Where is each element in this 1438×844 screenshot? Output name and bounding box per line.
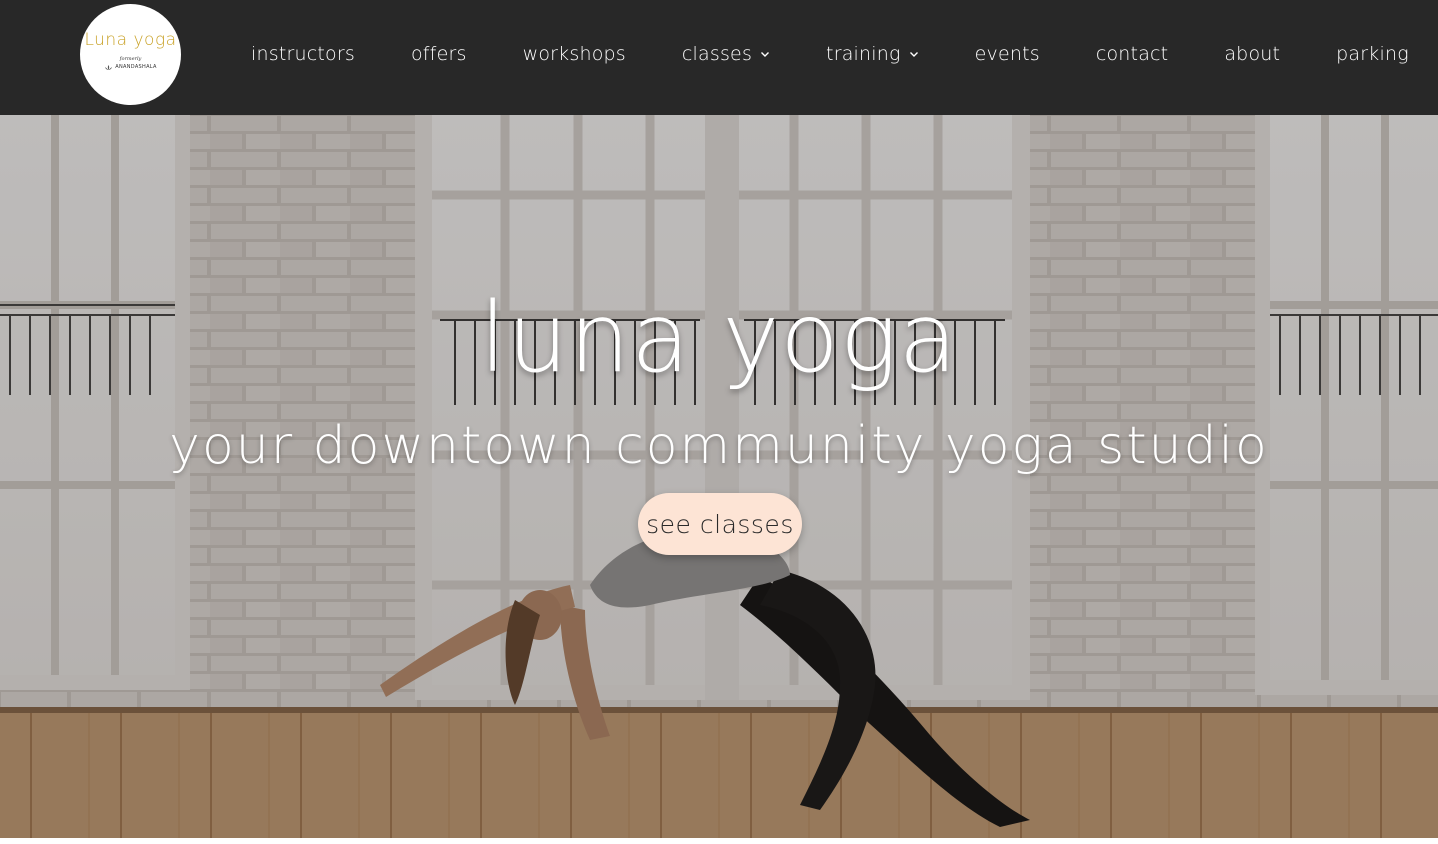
- logo[interactable]: Luna yoga formerly ANANDASHALA: [80, 4, 181, 105]
- nav-item-label: workshops: [522, 43, 626, 65]
- logo-subtext: formerly: [119, 56, 142, 62]
- nav-item-label: training: [826, 43, 901, 65]
- nav-item-label: classes: [681, 43, 753, 65]
- hero-section: luna yoga your downtown community yoga s…: [0, 115, 1438, 838]
- logo-org-label: ANANDASHALA: [115, 64, 157, 70]
- nav-item-label: instructors: [251, 43, 355, 65]
- nav-item-events[interactable]: events: [947, 39, 1068, 69]
- chevron-down-icon: [761, 51, 770, 57]
- nav-item-parking[interactable]: parking: [1308, 39, 1437, 69]
- nav-item-label: offers: [410, 43, 467, 65]
- nav-item-label: parking: [1336, 43, 1409, 65]
- hero-title: luna yoga: [479, 282, 959, 394]
- page-content-edge: [0, 838, 1438, 844]
- nav-item-classes[interactable]: classes: [654, 39, 798, 69]
- chevron-down-icon: [909, 51, 918, 57]
- see-classes-button[interactable]: see classes: [638, 493, 802, 555]
- nav-item-workshops[interactable]: workshops: [495, 39, 654, 69]
- logo-org: ANANDASHALA: [104, 64, 156, 71]
- nav-item-label: about: [1224, 43, 1281, 65]
- nav-item-label: contact: [1095, 43, 1169, 65]
- nav-item-offers[interactable]: offers: [383, 39, 495, 69]
- hero-content: luna yoga your downtown community yoga s…: [0, 115, 1438, 838]
- page: Luna yoga formerly ANANDASHALA instructo…: [0, 0, 1438, 844]
- nav-item-contact[interactable]: contact: [1068, 39, 1197, 69]
- nav-item-label: events: [974, 43, 1040, 65]
- hero-subtitle: your downtown community yoga studio: [169, 416, 1269, 476]
- main-nav: instructors offers workshops classes tra…: [223, 32, 1409, 76]
- lotus-icon: [105, 65, 113, 70]
- nav-item-instructors[interactable]: instructors: [223, 39, 383, 69]
- nav-item-about[interactable]: about: [1196, 39, 1308, 69]
- nav-item-training[interactable]: training: [798, 39, 947, 69]
- logo-text: Luna yoga: [84, 30, 177, 50]
- site-header: Luna yoga formerly ANANDASHALA instructo…: [0, 0, 1438, 115]
